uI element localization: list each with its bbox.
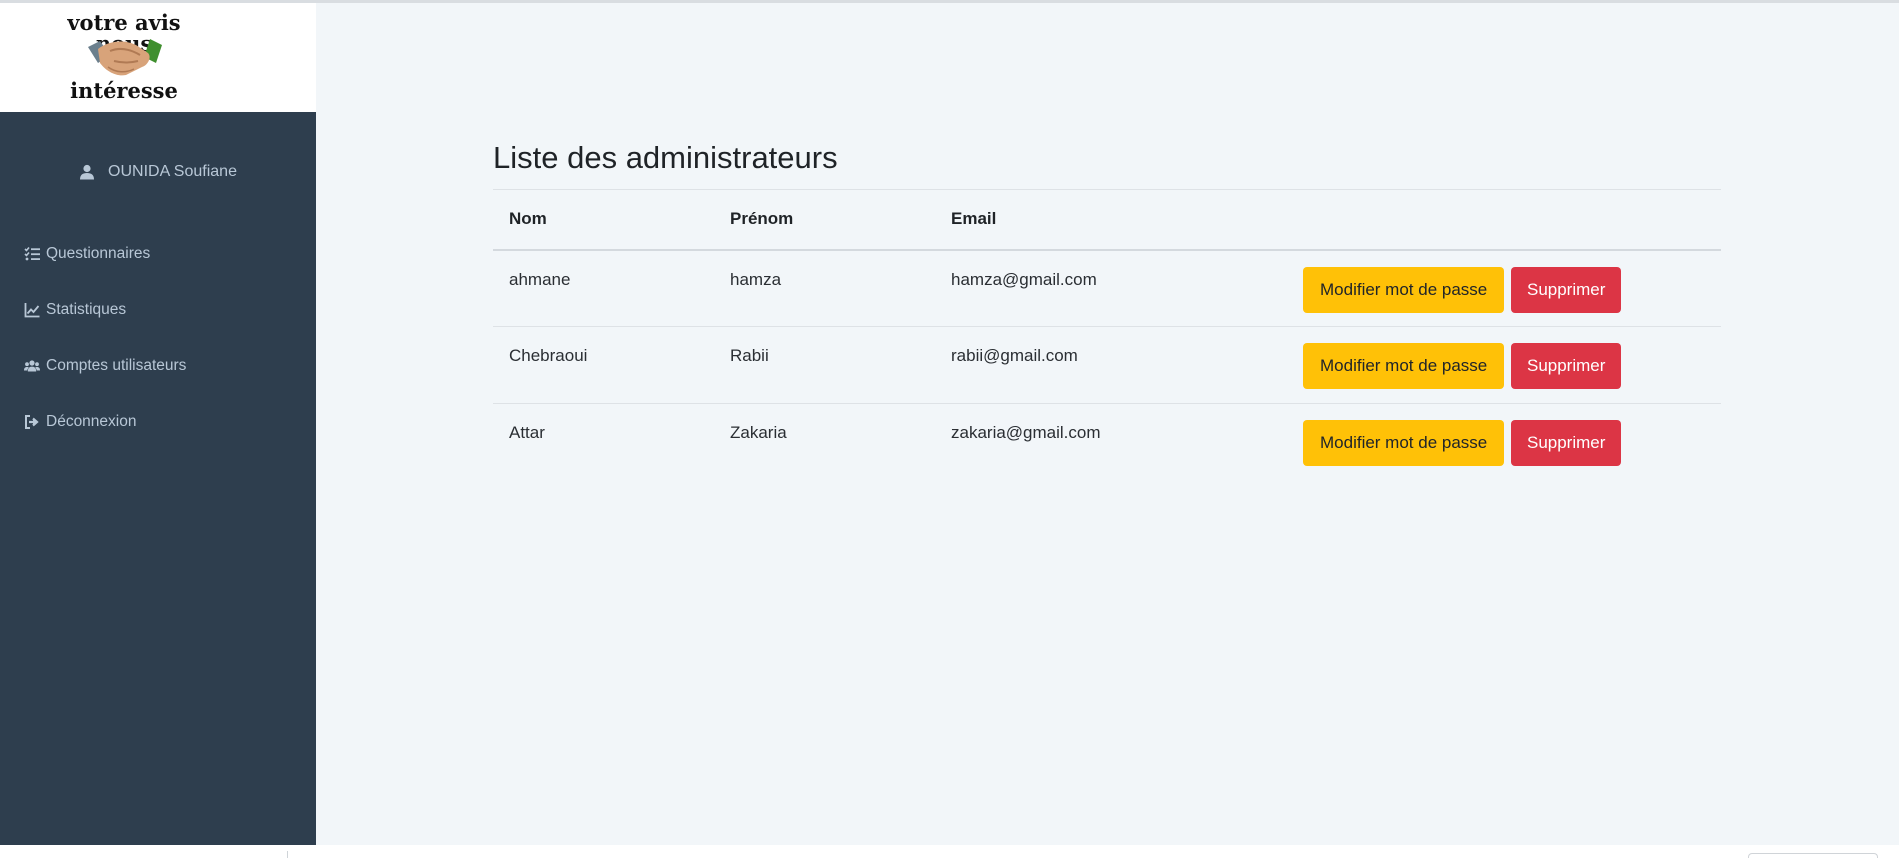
logo-area: votre avis nous intéresse xyxy=(0,3,316,112)
sidebar-item-label: Comptes utilisateurs xyxy=(46,357,187,374)
sidebar-item-deconnexion[interactable]: Déconnexion xyxy=(24,410,186,434)
cell-email: hamza@gmail.com xyxy=(935,249,1303,327)
sidebar: OUNIDA Soufiane Questionnaires Statistiq… xyxy=(0,112,316,845)
table-row: Chebraoui Rabii rabii@gmail.com Modifier… xyxy=(493,326,1721,404)
cell-email: rabii@gmail.com xyxy=(935,326,1303,404)
delete-button[interactable]: Supprimer xyxy=(1510,266,1622,313)
table-row: ahmane hamza hamza@gmail.com Modifier mo… xyxy=(493,249,1721,327)
cell-actions: Modifier mot de passe Supprimer xyxy=(1303,249,1721,327)
cell-nom: Chebraoui xyxy=(493,326,714,404)
handshake-icon xyxy=(88,39,162,76)
column-header-nom: Nom xyxy=(493,189,714,251)
admin-table: Nom Prénom Email ahmane hamza hamza@gmai… xyxy=(493,189,1721,481)
bottom-divider xyxy=(287,851,288,858)
cell-nom: ahmane xyxy=(493,249,714,327)
sidebar-item-label: Statistiques xyxy=(46,301,127,318)
modify-password-button[interactable]: Modifier mot de passe xyxy=(1303,266,1505,313)
modify-password-button[interactable]: Modifier mot de passe xyxy=(1303,343,1505,389)
sidebar-user: OUNIDA Soufiane xyxy=(0,157,316,187)
page-title: Liste des administrateurs xyxy=(493,140,838,175)
user-icon xyxy=(80,164,95,180)
sidebar-item-comptes-utilisateurs[interactable]: Comptes utilisateurs xyxy=(24,354,186,378)
column-header-actions xyxy=(1303,189,1721,251)
sidebar-nav: Questionnaires Statistiques Comptes util… xyxy=(24,242,186,466)
modify-password-button[interactable]: Modifier mot de passe xyxy=(1303,420,1505,466)
cell-actions: Modifier mot de passe Supprimer xyxy=(1303,326,1721,404)
logo[interactable]: votre avis nous intéresse xyxy=(44,12,204,104)
column-header-prenom: Prénom xyxy=(714,189,935,251)
table-row: Attar Zakaria zakaria@gmail.com Modifier… xyxy=(493,404,1721,481)
sidebar-item-label: Déconnexion xyxy=(46,413,137,430)
sidebar-item-statistiques[interactable]: Statistiques xyxy=(24,298,186,322)
bottom-tab-edge xyxy=(1748,853,1878,858)
table-header-row: Nom Prénom Email xyxy=(493,189,1721,251)
cell-prenom: Zakaria xyxy=(730,423,787,442)
users-icon xyxy=(24,360,40,372)
sidebar-item-label: Questionnaires xyxy=(46,245,151,262)
cell-nom: Attar xyxy=(509,423,545,442)
bottom-bar xyxy=(0,845,1899,858)
cell-email: zakaria@gmail.com xyxy=(951,423,1101,442)
logo-text-bottom: intéresse xyxy=(70,78,178,103)
user-name: OUNIDA Soufiane xyxy=(108,163,237,180)
delete-button[interactable]: Supprimer xyxy=(1510,420,1622,466)
cell-actions: Modifier mot de passe Supprimer xyxy=(1303,404,1721,481)
column-header-email: Email xyxy=(935,189,1303,251)
cell-prenom: hamza xyxy=(714,249,935,327)
cell-prenom: Rabii xyxy=(714,326,935,404)
sign-out-icon xyxy=(25,415,39,429)
delete-button[interactable]: Supprimer xyxy=(1510,343,1622,389)
sidebar-item-questionnaires[interactable]: Questionnaires xyxy=(24,242,186,266)
admin-table-container: Nom Prénom Email ahmane hamza hamza@gmai… xyxy=(493,189,1721,481)
chart-line-icon xyxy=(24,303,40,318)
list-check-icon xyxy=(24,246,40,261)
